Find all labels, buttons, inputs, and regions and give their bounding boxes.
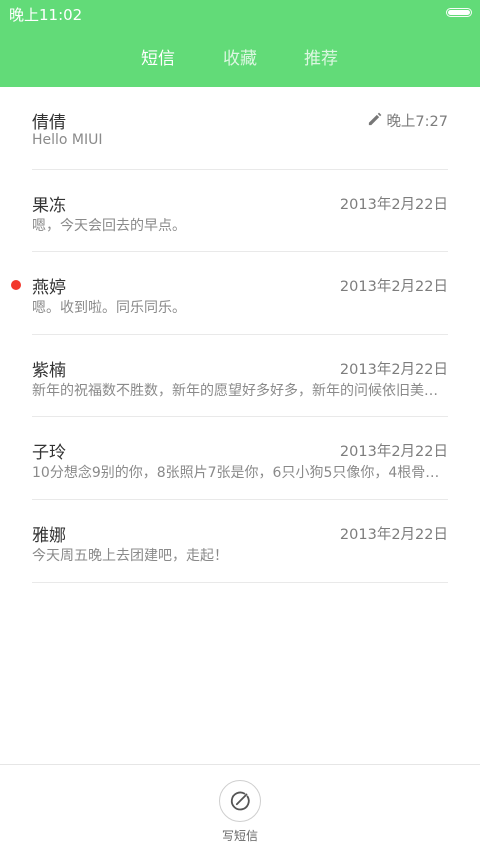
message-preview: 10分想念9别的你，8张照片7张是你，6只小狗5只像你，4根骨头…… bbox=[32, 465, 448, 482]
message-time: 晚上7:27 bbox=[386, 114, 448, 130]
contact-name: 倩倩 bbox=[32, 113, 66, 133]
conversation-item[interactable]: 果冻 嗯，今天会回去的早点。 2013年2月22日 bbox=[32, 170, 448, 253]
app-header: 晚上11:02 短信 收藏 推荐 bbox=[0, 0, 480, 87]
tab-bar: 短信 收藏 推荐 bbox=[0, 44, 480, 72]
bottom-bar: 写短信 bbox=[0, 764, 480, 853]
compose-icon bbox=[230, 791, 250, 811]
message-preview: 今天周五晚上去团建吧，走起！ bbox=[32, 547, 228, 564]
message-preview: 嗯，今天会回去的早点。 bbox=[32, 217, 186, 234]
contact-name: 子玲 bbox=[32, 443, 66, 464]
tab-favorites[interactable]: 收藏 bbox=[223, 44, 257, 69]
conversation-list: 倩倩 Hello MIUI 晚上7:27 果冻 嗯，今天会回去的早点。 2013… bbox=[0, 87, 480, 583]
contact-name: 燕婷 bbox=[32, 278, 66, 299]
compose-label: 写短信 bbox=[221, 829, 259, 843]
message-time: 2013年2月22日 bbox=[339, 279, 448, 296]
message-preview: Hello MIUI bbox=[32, 132, 103, 148]
status-bar: 晚上11:02 bbox=[0, 0, 480, 28]
contact-name: 果冻 bbox=[32, 195, 66, 216]
contact-name: 雅娜 bbox=[32, 525, 66, 546]
message-preview: 新年的祝福数不胜数，新年的愿望好多好多，新年的问候依旧美好…… bbox=[32, 382, 448, 399]
conversation-item[interactable]: 雅娜 今天周五晚上去团建吧，走起！ 2013年2月22日 bbox=[32, 500, 448, 583]
message-time: 2013年2月22日 bbox=[339, 526, 448, 543]
contact-name: 紫楠 bbox=[32, 360, 66, 381]
message-time: 2013年2月22日 bbox=[339, 361, 448, 378]
message-preview: 嗯。收到啦。同乐同乐。 bbox=[32, 300, 186, 317]
conversation-item[interactable]: 紫楠 新年的祝福数不胜数，新年的愿望好多好多，新年的问候依旧美好…… 2013年… bbox=[32, 335, 448, 418]
pencil-icon bbox=[368, 112, 382, 126]
tab-recommend[interactable]: 推荐 bbox=[304, 44, 338, 69]
unread-dot bbox=[11, 280, 21, 291]
message-time: 2013年2月22日 bbox=[339, 444, 448, 461]
conversation-item[interactable]: 倩倩 Hello MIUI 晚上7:27 bbox=[32, 87, 448, 170]
status-time: 晚上11:02 bbox=[9, 6, 83, 24]
conversation-item[interactable]: 子玲 10分想念9别的你，8张照片7张是你，6只小狗5只像你，4根骨头…… 20… bbox=[32, 417, 448, 500]
tab-sms[interactable]: 短信 bbox=[141, 44, 175, 69]
conversation-item[interactable]: 燕婷 嗯。收到啦。同乐同乐。 2013年2月22日 bbox=[11, 252, 448, 335]
compose-button[interactable] bbox=[219, 780, 261, 822]
message-time: 2013年2月22日 bbox=[339, 196, 448, 213]
battery-icon bbox=[446, 8, 472, 17]
